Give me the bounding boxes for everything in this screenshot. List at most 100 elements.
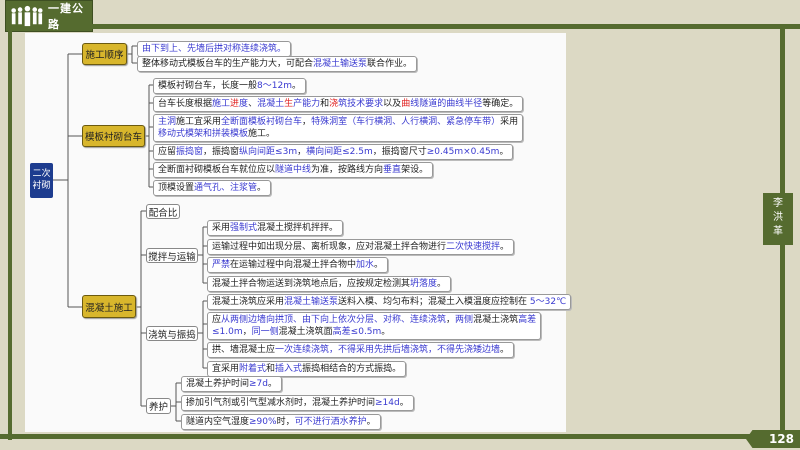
branch-lining-trolley[interactable]: 模板衬砌台车 bbox=[82, 125, 145, 147]
item-text: 应 bbox=[212, 315, 222, 325]
item-text: 混凝土浇筑 bbox=[473, 315, 519, 325]
root-label: 衬砌 bbox=[32, 181, 51, 191]
item-text: 运输过程中如出现分层、离析现象，应对混凝土拌合物进行 bbox=[212, 242, 447, 252]
topic-item[interactable]: 采用强制式混凝土搅拌机拌拌。 bbox=[207, 220, 344, 236]
item-text: 和 bbox=[320, 99, 330, 109]
branch-construction-order[interactable]: 施工顺序 bbox=[82, 43, 127, 65]
item-text: 施工。 bbox=[248, 129, 276, 139]
item-text: 。 bbox=[291, 81, 301, 91]
item-text: 混凝土拌合物运送到浇筑地点后，应按规定检测其 bbox=[212, 279, 411, 289]
topic-item[interactable]: 严禁在运输过程中向混凝土拌合物中加水。 bbox=[207, 257, 389, 273]
highlight-text: 5～32℃ bbox=[529, 297, 567, 307]
highlight-text: 由下到上、先墙后拱对称连续浇筑。 bbox=[142, 44, 287, 54]
item-text: 混凝土浇筑应采用 bbox=[212, 297, 285, 307]
topic-item[interactable]: 应留振捣窗，振捣窗纵向间距≤3m，横向间距≤2.5m，振捣窗尺寸≥0.45m×0… bbox=[153, 144, 514, 160]
item-text: 混凝土养护时间 bbox=[186, 379, 250, 389]
item-text: 、 bbox=[248, 99, 258, 109]
topic-item[interactable]: 台车长度根据施工进度、混凝土生产能力和浇筑技术要求以及曲线隧道的曲线半径等确定。 bbox=[153, 96, 524, 112]
sub-pouring-vibrating[interactable]: 浇筑与振捣 bbox=[146, 326, 198, 341]
item-text: 送料入模、均匀布料；混凝土入模温度应控制在 bbox=[338, 297, 530, 307]
topic-item[interactable]: 混凝土浇筑应采用混凝土输送泵送料入模、均匀布料；混凝土入模温度应控制在 5～32… bbox=[207, 294, 572, 310]
item-text: 顶模设置 bbox=[158, 183, 195, 193]
highlight-text: 纵向间距≤3m bbox=[239, 147, 298, 157]
item-text: 混凝土浇筑面 bbox=[278, 327, 333, 337]
item-text: 采用 bbox=[500, 117, 519, 127]
item-text: 。 bbox=[437, 279, 447, 289]
item-text: 隧道内空气湿度 bbox=[186, 417, 250, 427]
highlight-text: 线隧道的曲线半径 bbox=[410, 99, 483, 109]
highlight-text: 强制式 bbox=[230, 223, 258, 233]
item-text: 采用 bbox=[212, 223, 231, 233]
highlight-text: 施工 bbox=[212, 99, 231, 109]
item-text: 。 bbox=[381, 327, 391, 337]
topic-item[interactable]: 宜采用附着式和插入式振捣相结合的方式振捣。 bbox=[207, 361, 407, 377]
topic-item[interactable]: 应从两侧边墙向拱顶、由下向上依次分层、对称、连续浇筑，两侧混凝土浇筑高差 ≤1.0… bbox=[207, 312, 542, 340]
item-text: 全断面衬砌模板台车就位应以 bbox=[158, 165, 276, 175]
item-text: 和 bbox=[266, 364, 276, 374]
topic-item[interactable]: 由下到上、先墙后拱对称连续浇筑。 bbox=[137, 41, 292, 57]
highlight-text: 插入式 bbox=[275, 364, 303, 374]
highlight-text: 混凝土输送泵 bbox=[313, 59, 368, 69]
highlight-text: 一次连续浇筑，不得采用先拱后墙浇筑，不得先浇矮边墙 bbox=[275, 345, 501, 355]
item-text: 振捣相结合的方式振捣。 bbox=[302, 364, 402, 374]
topic-item[interactable]: 全断面衬砌模板台车就位应以隧道中线为准，按路线方向垂直架设。 bbox=[153, 162, 434, 178]
highlight-text: 产能力 bbox=[293, 99, 321, 109]
sub-mix-ratio[interactable]: 配合比 bbox=[146, 204, 180, 219]
root-node[interactable]: 二次 衬砌 bbox=[30, 163, 53, 198]
item-text: 混凝土搅拌机拌拌。 bbox=[257, 223, 339, 233]
branch-concrete-construction[interactable]: 混凝土施工 bbox=[82, 295, 136, 318]
topic-item[interactable]: 隧道内空气湿度≥90%时，可不进行洒水养护。 bbox=[181, 414, 381, 430]
item-text: 。 bbox=[500, 345, 510, 355]
root-label: 二次 bbox=[32, 169, 51, 179]
sub-curing[interactable]: 养护 bbox=[146, 398, 171, 414]
item-text: 宜采用 bbox=[212, 364, 240, 374]
item-text: 应留 bbox=[158, 147, 177, 157]
item-text: 台车长度根据 bbox=[158, 99, 213, 109]
item-text: 。 bbox=[366, 417, 376, 427]
item-text: 。 bbox=[268, 379, 278, 389]
item-text: 整体移动式模板台车的生产能力大，可配合 bbox=[142, 59, 314, 69]
highlight-text: ≥7d bbox=[249, 379, 268, 389]
highlight-text: 全断面模板衬砌台车 bbox=[221, 117, 303, 127]
item-text: 模板衬砌台车，长度一般 bbox=[158, 81, 258, 91]
item-text: 架设。 bbox=[401, 165, 429, 175]
highlight-text: 横向间距≤2.5m bbox=[306, 147, 373, 157]
item-text: 以及 bbox=[383, 99, 402, 109]
item-text: ，振捣窗尺寸 bbox=[372, 147, 427, 157]
highlight-text: 进 bbox=[230, 99, 240, 109]
highlight-text: 隧道中线 bbox=[275, 165, 312, 175]
item-text: ，振捣窗 bbox=[203, 147, 240, 157]
highlight-text: 两侧 bbox=[455, 315, 474, 325]
topic-item[interactable]: 整体移动式模板台车的生产能力大，可配合混凝土输送泵联合作业。 bbox=[137, 56, 418, 72]
topic-item[interactable]: 拱、墙混凝土应一次连续浇筑，不得采用先拱后墙浇筑，不得先浇矮边墙。 bbox=[207, 342, 515, 358]
item-text: 为准，按路线方向 bbox=[311, 165, 384, 175]
item-text: 。 bbox=[399, 398, 409, 408]
highlight-text: 加水 bbox=[356, 260, 375, 270]
sub-mixing-transport[interactable]: 搅拌与运输 bbox=[146, 248, 198, 263]
highlight-text: 8～12m bbox=[257, 81, 292, 91]
topic-item[interactable]: 主洞施工宜采用全断面模板衬砌台车，特殊洞室（车行横洞、人行横洞、紧急停车带）采用… bbox=[153, 114, 524, 142]
topic-item[interactable]: 混凝土拌合物运送到浇筑地点后，应按规定检测其坍落度。 bbox=[207, 276, 452, 292]
topic-item[interactable]: 掺加引气剂或引气型减水剂时，混凝土养护时间≥14d。 bbox=[181, 395, 414, 411]
highlight-text: 混凝土 bbox=[257, 99, 285, 109]
highlight-text: 振捣窗 bbox=[176, 147, 204, 157]
item-text: 在运输过程中向混凝土拌合物中 bbox=[230, 260, 357, 270]
highlight-text: 筑技术要求 bbox=[338, 99, 384, 109]
item-text: ， bbox=[242, 327, 252, 337]
highlight-text: 严禁 bbox=[212, 260, 231, 270]
highlight-text: 主洞 bbox=[158, 117, 177, 127]
topic-item[interactable]: 混凝土养护时间≥7d。 bbox=[181, 376, 283, 392]
item-text: 。 bbox=[499, 147, 509, 157]
item-text: 等确定。 bbox=[482, 99, 519, 109]
highlight-text: 垂直 bbox=[383, 165, 402, 175]
item-text: ， bbox=[297, 147, 307, 157]
topic-item[interactable]: 模板衬砌台车，长度一般8～12m。 bbox=[153, 78, 306, 94]
highlight-text: 混凝土输送泵 bbox=[284, 297, 339, 307]
highlight-text: ≥0.45m×0.45m bbox=[426, 147, 500, 157]
item-text: 。 bbox=[374, 260, 384, 270]
topic-item[interactable]: 运输过程中如出现分层、离析现象，应对混凝土拌合物进行二次快速搅拌。 bbox=[207, 239, 515, 255]
highlight-text: 高差 bbox=[518, 315, 537, 325]
highlight-text: ≥14d bbox=[375, 398, 400, 408]
topic-item[interactable]: 顶模设置通气孔、注浆管。 bbox=[153, 180, 272, 196]
highlight-text: ≥90% bbox=[249, 417, 277, 427]
